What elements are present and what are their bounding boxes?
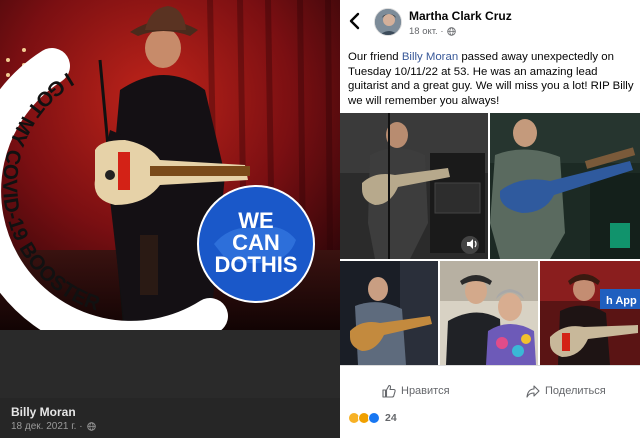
covid-booster-frame: I GOT MY COVID-19 BOOSTER WE CAN DOTHIS	[0, 48, 315, 330]
stage-photo[interactable]: I GOT MY COVID-19 BOOSTER WE CAN DOTHIS	[0, 0, 340, 330]
left-author-name[interactable]: Billy Moran	[11, 405, 329, 419]
reaction-summary[interactable]: 24	[348, 412, 397, 424]
photo-2[interactable]	[490, 113, 640, 259]
back-button[interactable]	[348, 12, 366, 32]
globe-icon	[86, 422, 96, 431]
post-panel: Martha Clark Cruz 18 окт. · Our friend B…	[340, 0, 640, 438]
post-author-name[interactable]: Martha Clark Cruz	[409, 9, 512, 23]
post-text-before: Our friend	[348, 51, 402, 63]
badge-line-3: DOTHIS	[214, 252, 297, 277]
post-body: Our friend Billy Moran passed away unexp…	[348, 50, 636, 108]
left-meta: 18 дек. 2021 г. ·	[11, 421, 329, 432]
like-label: Нравится	[401, 385, 450, 397]
left-photo-footer: Billy Moran 18 дек. 2021 г. ·	[0, 398, 340, 438]
photo-4[interactable]	[440, 261, 538, 365]
left-dark-bar	[0, 330, 340, 398]
avatar-image	[375, 9, 401, 35]
chevron-left-icon	[349, 12, 360, 30]
thumbs-up-icon	[382, 384, 396, 398]
volume-icon-shape	[467, 239, 477, 249]
photo-5-image: h App	[540, 261, 640, 365]
photo-grid: h App	[340, 113, 640, 365]
badge-line-3a: DO	[214, 252, 247, 277]
share-button[interactable]: Поделиться	[526, 384, 606, 398]
photo-5[interactable]: h App	[540, 261, 640, 365]
photo-3-image	[340, 261, 438, 365]
post-meta: 18 окт. ·	[409, 26, 456, 37]
like-button[interactable]: Нравится	[382, 384, 450, 398]
left-date[interactable]: 18 дек. 2021 г. ·	[11, 421, 83, 432]
photo-5-sign: h App	[606, 295, 637, 307]
previous-photo-panel: I GOT MY COVID-19 BOOSTER WE CAN DOTHIS …	[0, 0, 340, 438]
post-header: Martha Clark Cruz 18 окт. ·	[340, 0, 640, 44]
author-avatar[interactable]	[374, 8, 402, 36]
volume-icon[interactable]	[466, 237, 478, 255]
badge-line-3b: THIS	[247, 252, 297, 277]
photo-3[interactable]	[340, 261, 438, 365]
photo-1[interactable]	[340, 113, 488, 259]
globe-icon	[446, 27, 456, 36]
share-label: Поделиться	[545, 385, 606, 397]
photo-2-image	[490, 113, 640, 259]
reaction-count: 24	[385, 412, 397, 424]
mention-link[interactable]: Billy Moran	[402, 51, 458, 63]
post-date[interactable]: 18 окт. ·	[409, 26, 444, 37]
photo-4-image	[440, 261, 538, 365]
like-icon	[368, 412, 380, 424]
share-arrow-icon	[526, 385, 540, 398]
